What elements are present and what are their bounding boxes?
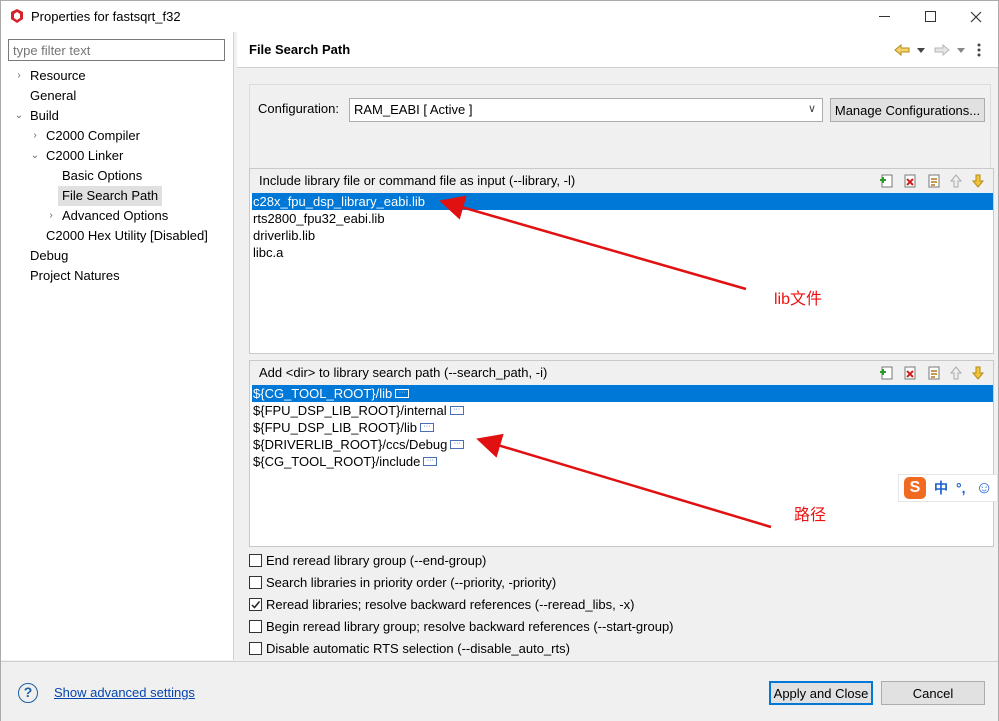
sogou-logo-icon[interactable]: S: [904, 477, 926, 499]
annotation-arrows: [439, 195, 772, 529]
annotation-lib-label: lib文件: [774, 291, 823, 308]
ime-mode-toggle[interactable]: 中: [934, 478, 948, 498]
annotation-arrow-path: [476, 433, 772, 529]
annotation-arrow-lib: [439, 195, 747, 291]
annotation-path-label: 路径: [794, 507, 827, 524]
ime-toolbar[interactable]: S 中 °, ☺: [898, 474, 998, 502]
emoji-icon[interactable]: ☺: [976, 478, 993, 498]
ime-punctuation-toggle[interactable]: °,: [956, 480, 966, 496]
properties-dialog: Properties for fastsqrt_f32 › Resource G…: [0, 0, 999, 721]
